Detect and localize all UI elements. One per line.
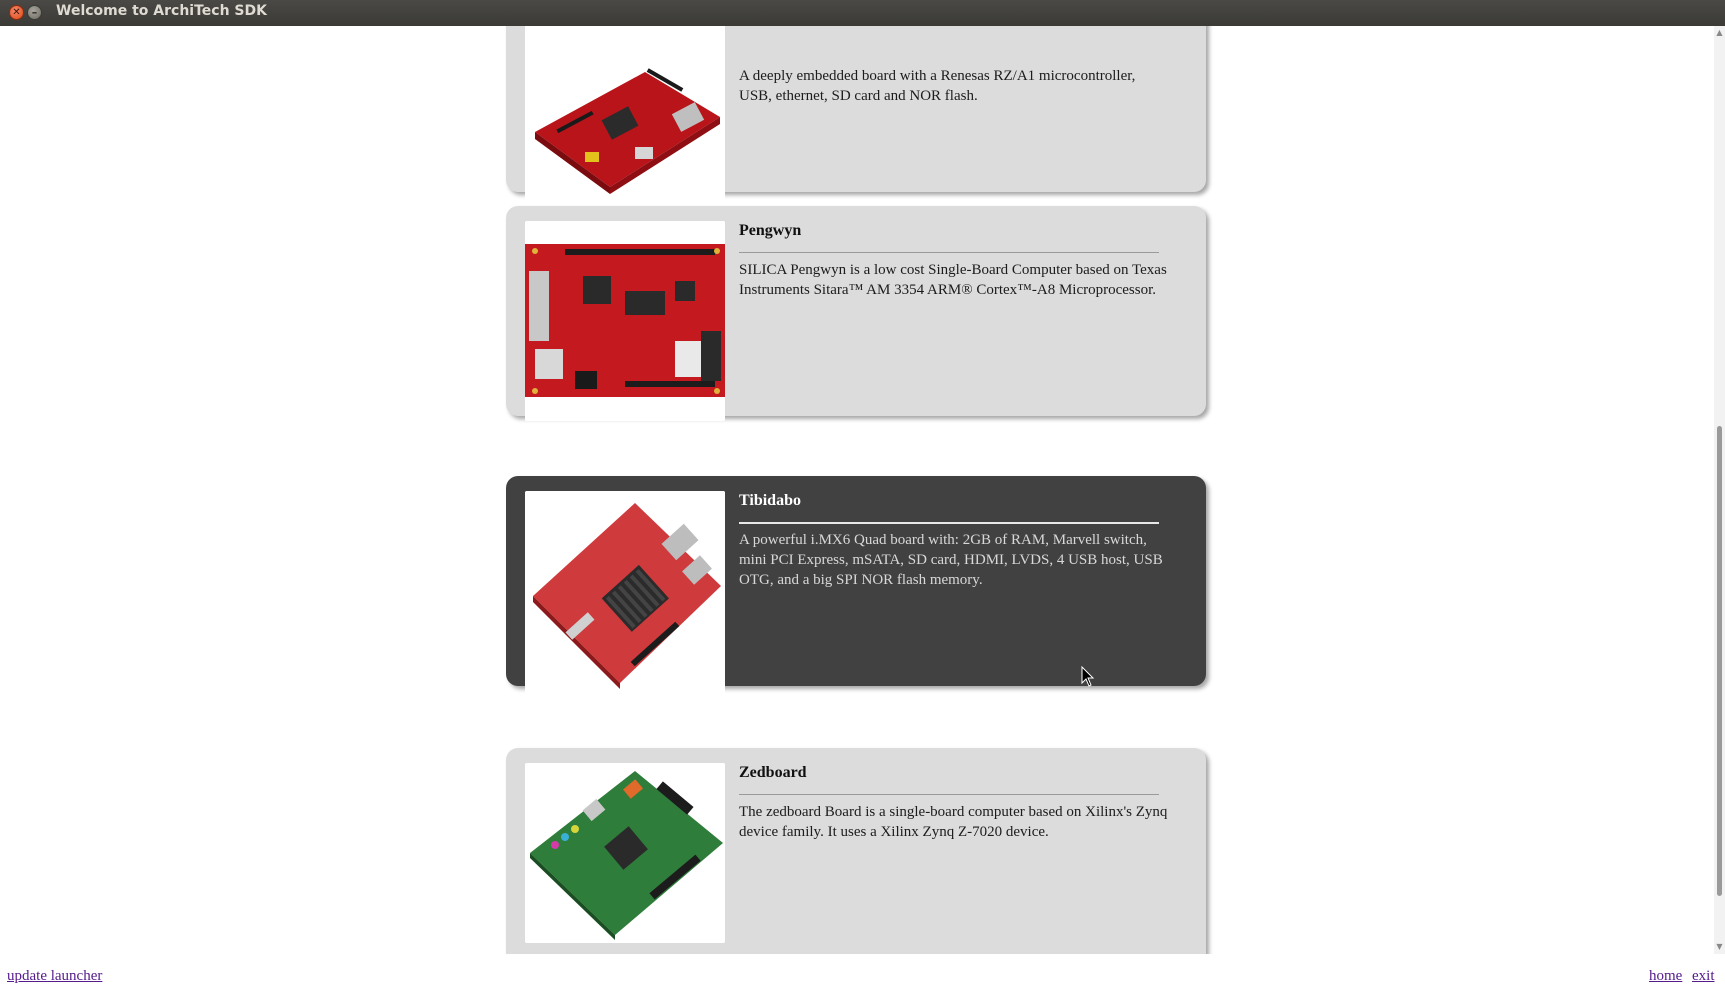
red-board-image bbox=[525, 26, 725, 212]
board-name: Pengwyn bbox=[739, 222, 1159, 253]
scroll-thumb[interactable] bbox=[1717, 426, 1722, 896]
board-card-tibidabo[interactable]: Tibidabo A powerful i.MX6 Quad board wit… bbox=[506, 476, 1206, 693]
minimize-window-button[interactable]: – bbox=[27, 5, 42, 20]
board-image bbox=[525, 221, 725, 421]
board-image bbox=[525, 26, 725, 212]
scroll-up-icon[interactable]: ▲ bbox=[1714, 28, 1725, 38]
minimize-icon: – bbox=[31, 6, 38, 19]
home-link[interactable]: home bbox=[1649, 968, 1682, 985]
board-description: The zedboard Board is a single-board com… bbox=[739, 804, 1168, 840]
exit-link[interactable]: exit bbox=[1692, 968, 1715, 985]
board-name: Zedboard bbox=[739, 764, 1159, 795]
window-title: Welcome to ArchiTech SDK bbox=[56, 3, 267, 19]
vertical-scrollbar[interactable]: ▲ ▼ bbox=[1714, 26, 1725, 954]
board-card-zedboard[interactable]: Zedboard The zedboard Board is a single-… bbox=[506, 748, 1206, 954]
board-description: SILICA Pengwyn is a low cost Single-Boar… bbox=[739, 262, 1167, 298]
board-image bbox=[525, 491, 725, 693]
board-image bbox=[525, 763, 725, 943]
close-window-button[interactable]: ✕ bbox=[9, 5, 24, 20]
update-launcher-link[interactable]: update launcher bbox=[7, 968, 102, 985]
board-list: A deeply embedded board with a Renesas R… bbox=[0, 26, 1725, 954]
board-name: Tibidabo bbox=[739, 492, 1159, 524]
red-board-image bbox=[525, 491, 725, 693]
board-card-renesas[interactable]: A deeply embedded board with a Renesas R… bbox=[506, 26, 1206, 212]
mouse-cursor-icon bbox=[1081, 666, 1095, 687]
board-card-pengwyn[interactable]: Pengwyn SILICA Pengwyn is a low cost Sin… bbox=[506, 206, 1206, 421]
green-board-image bbox=[525, 763, 725, 943]
red-board-image bbox=[525, 221, 725, 421]
scroll-down-icon[interactable]: ▼ bbox=[1714, 942, 1725, 952]
footer-bar: update launcher home exit bbox=[0, 954, 1725, 992]
board-description: A powerful i.MX6 Quad board with: 2GB of… bbox=[739, 532, 1163, 588]
board-description: A deeply embedded board with a Renesas R… bbox=[739, 68, 1136, 104]
close-icon: ✕ bbox=[12, 7, 21, 18]
window-titlebar: ✕ – Welcome to ArchiTech SDK bbox=[0, 0, 1725, 26]
